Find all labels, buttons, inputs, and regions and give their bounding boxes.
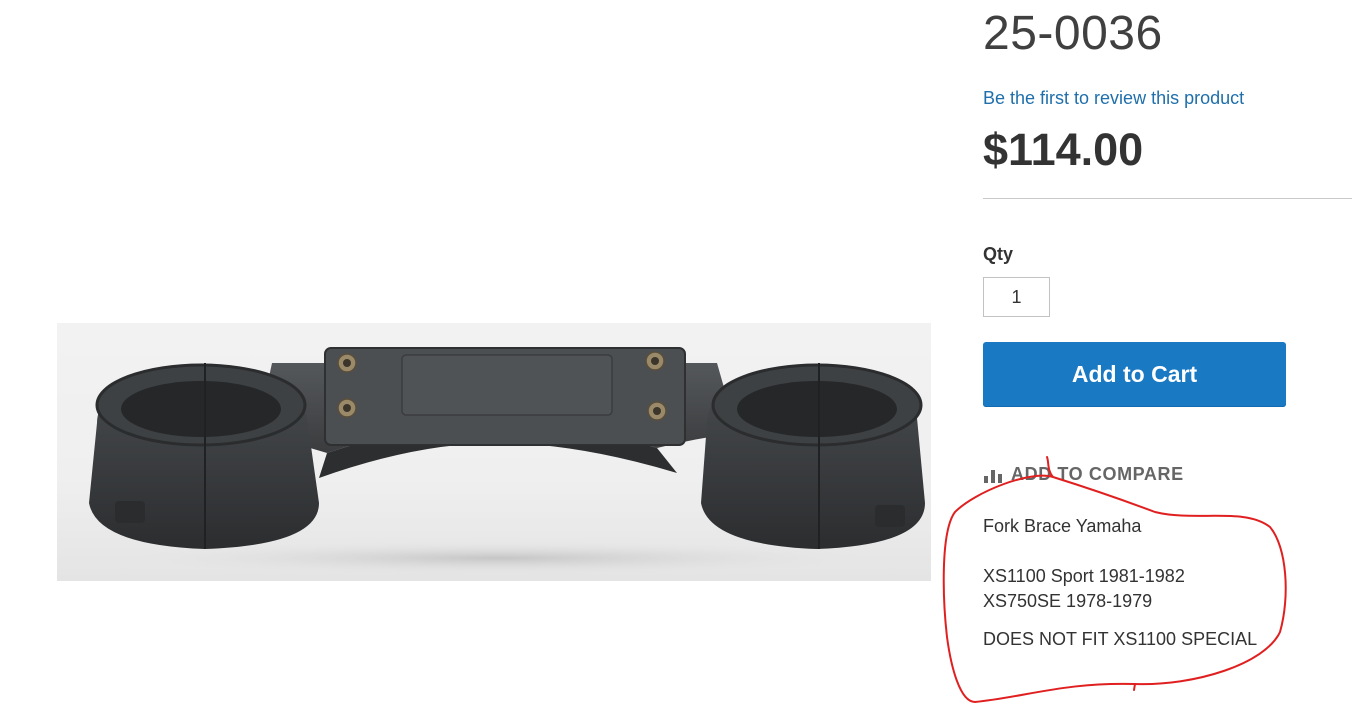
bar-chart-icon bbox=[983, 466, 1003, 484]
qty-input[interactable] bbox=[983, 277, 1050, 317]
product-description: Fork Brace Yamaha XS1100 Sport 1981-1982… bbox=[983, 514, 1257, 652]
description-line: Fork Brace Yamaha bbox=[983, 516, 1142, 536]
add-to-compare-link[interactable]: ADD TO COMPARE bbox=[983, 464, 1184, 485]
review-link[interactable]: Be the first to review this product bbox=[983, 88, 1244, 109]
divider bbox=[983, 198, 1352, 199]
add-to-cart-button[interactable]: Add to Cart bbox=[983, 342, 1286, 407]
product-page: 25-0036 Be the first to review this prod… bbox=[0, 0, 1352, 705]
add-to-compare-label: ADD TO COMPARE bbox=[1011, 464, 1184, 484]
product-sku: 25-0036 bbox=[983, 7, 1163, 60]
qty-label: Qty bbox=[983, 244, 1014, 264]
fork-brace-photo bbox=[89, 347, 925, 576]
description-line: XS750SE 1978-1979 bbox=[983, 591, 1153, 611]
product-image[interactable] bbox=[57, 323, 931, 581]
description-line: DOES NOT FIT XS1100 SPECIAL bbox=[983, 629, 1258, 649]
product-price: $114.00 bbox=[983, 124, 1144, 175]
description-line: XS1100 Sport 1981-1982 bbox=[983, 566, 1185, 586]
